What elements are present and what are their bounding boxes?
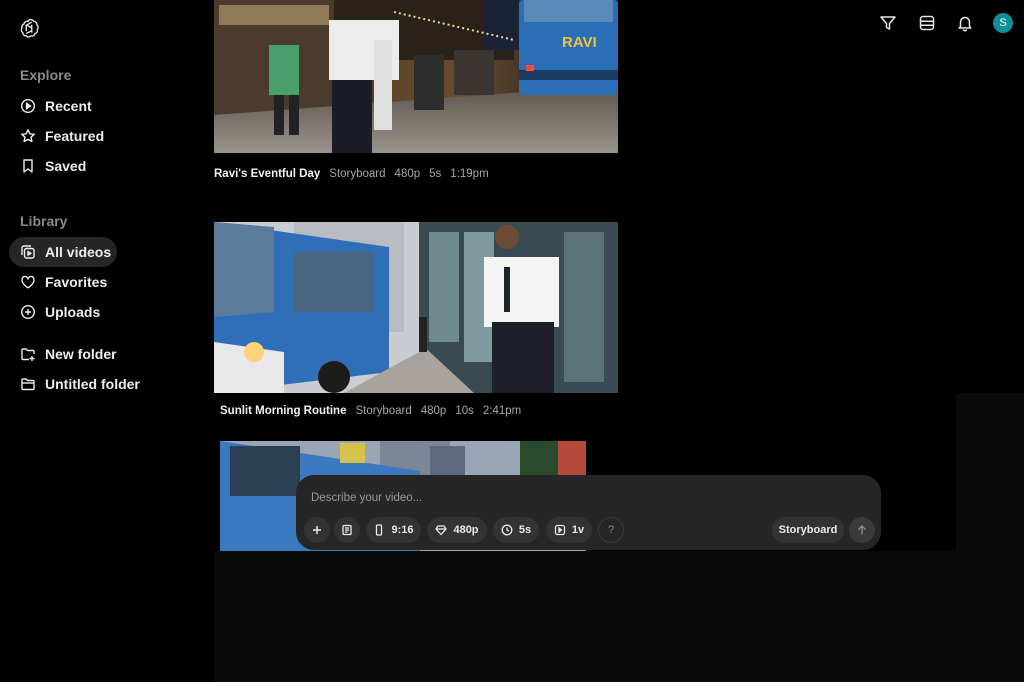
heart-icon xyxy=(20,274,36,290)
openai-logo-icon[interactable] xyxy=(18,17,40,39)
sidebar-item-label: New folder xyxy=(45,346,117,362)
sidebar-item-favorites[interactable]: Favorites xyxy=(9,267,117,297)
prompt-composer: Describe your video... 9:16 480p 5s 1v ?… xyxy=(296,475,881,550)
sidebar-item-label: Featured xyxy=(45,128,105,144)
video-title[interactable]: Ravi's Eventful Day xyxy=(214,168,320,180)
help-button[interactable]: ? xyxy=(598,517,624,543)
explore-heading: Explore xyxy=(20,67,72,83)
mode-button[interactable]: Storyboard xyxy=(772,517,844,543)
sidebar-item-uploads[interactable]: Uploads xyxy=(9,297,117,327)
video-icon xyxy=(554,524,566,536)
bookmark-icon xyxy=(20,158,36,174)
resolution-button[interactable]: 480p xyxy=(427,517,487,543)
prompt-input[interactable]: Describe your video... xyxy=(311,492,422,504)
video-thumbnail-2[interactable] xyxy=(214,222,618,393)
play-circle-icon xyxy=(20,98,36,114)
plus-circle-icon xyxy=(20,304,36,320)
storyboard-toggle-button[interactable] xyxy=(334,517,360,543)
duration-value: 5s xyxy=(518,524,532,536)
sidebar-item-new-folder[interactable]: New folder xyxy=(9,339,139,369)
avatar[interactable]: S xyxy=(993,13,1013,33)
lower-panel xyxy=(214,551,1024,682)
document-icon xyxy=(342,524,352,536)
sidebar-item-label: Uploads xyxy=(45,304,101,320)
arrow-up-icon xyxy=(858,525,866,535)
filter-icon[interactable] xyxy=(879,14,897,32)
sidebar-item-untitled-folder[interactable]: Untitled folder xyxy=(9,369,159,399)
video-thumbnail-1[interactable]: RAVI xyxy=(214,0,618,153)
aspect-ratio-value: 9:16 xyxy=(391,524,414,536)
sidebar-item-all-videos[interactable]: All videos xyxy=(9,237,117,267)
side-panel xyxy=(956,393,1024,551)
sidebar-item-label: All videos xyxy=(45,244,112,260)
library-heading: Library xyxy=(20,213,68,229)
sidebar-item-label: Saved xyxy=(45,158,87,174)
submit-button[interactable] xyxy=(849,517,875,543)
sidebar-item-featured[interactable]: Featured xyxy=(9,121,117,151)
resolution-value: 480p xyxy=(453,524,479,536)
sidebar: Explore Recent Featured Saved Library Al… xyxy=(0,0,200,682)
video-duration: 10s xyxy=(455,405,474,417)
duration-button[interactable]: 5s xyxy=(493,517,539,543)
bell-icon[interactable] xyxy=(956,14,974,32)
video-resolution: 480p xyxy=(420,405,447,417)
mode-value: Storyboard xyxy=(778,524,838,536)
variations-button[interactable]: 1v xyxy=(546,517,592,543)
videos-icon xyxy=(20,244,36,260)
video-title[interactable]: Sunlit Morning Routine xyxy=(220,405,346,417)
aspect-ratio-button[interactable]: 9:16 xyxy=(366,517,421,543)
clock-icon xyxy=(501,524,513,536)
plus-icon xyxy=(313,526,321,534)
new-folder-icon xyxy=(20,346,36,362)
add-button[interactable] xyxy=(304,517,330,543)
bus-sign-text: RAVI xyxy=(562,34,597,51)
sidebar-item-label: Favorites xyxy=(45,274,108,290)
video-duration: 5s xyxy=(429,168,442,180)
sidebar-item-recent[interactable]: Recent xyxy=(9,91,117,121)
star-icon xyxy=(20,128,36,144)
video-time: 2:41pm xyxy=(482,405,522,417)
folder-icon xyxy=(20,376,36,392)
video-meta-2: Sunlit Morning Routine Storyboard 480p 10s 2… xyxy=(220,405,530,417)
video-type: Storyboard xyxy=(329,168,386,180)
video-time: 1:19pm xyxy=(450,168,489,180)
sidebar-item-saved[interactable]: Saved xyxy=(9,151,117,181)
sidebar-item-label: Recent xyxy=(45,98,92,114)
video-resolution: 480p xyxy=(394,168,421,180)
diamond-icon xyxy=(435,525,448,536)
video-type: Storyboard xyxy=(355,405,412,417)
layout-icon[interactable] xyxy=(918,14,936,32)
sidebar-item-label: Untitled folder xyxy=(45,376,140,392)
portrait-icon xyxy=(376,524,383,536)
video-meta-1: Ravi's Eventful Day Storyboard 480p 5s 1:19p… xyxy=(214,168,498,180)
variations-value: 1v xyxy=(571,524,585,536)
